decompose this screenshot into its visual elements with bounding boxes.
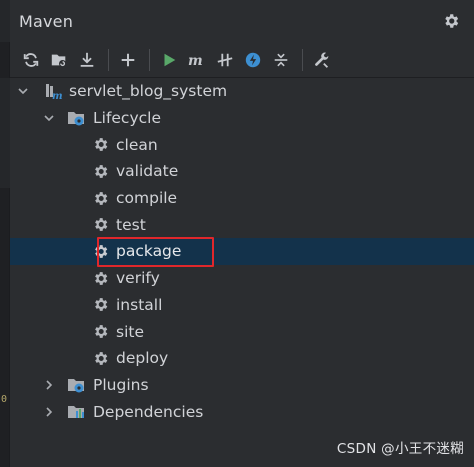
goal-validate[interactable]: validate [10,158,474,185]
goal-label: site [116,322,144,341]
execute-goal-button[interactable]: m [184,47,210,73]
goal-verify[interactable]: verify [10,265,474,292]
add-button[interactable] [115,47,141,73]
tree-node-dependencies[interactable]: Dependencies [10,398,474,425]
dependencies-icon [67,403,85,421]
tree-node-plugins[interactable]: Plugins [10,372,474,399]
collapse-all-icon [274,53,288,66]
plugins-label: Plugins [93,375,149,394]
gear-icon [91,189,109,207]
goal-label: compile [116,189,178,208]
goal-label: deploy [116,349,169,368]
gear-icon [91,216,109,234]
gutter-digit: 0 [1,394,8,405]
tree-node-project[interactable]: m servlet_blog_system [10,78,474,105]
goal-test[interactable]: test [10,211,474,238]
gear-icon [91,269,109,287]
run-button[interactable] [156,47,182,73]
maven-panel: Maven m m servlet_blog_system Lifecycle … [10,0,474,467]
goal-compile[interactable]: compile [10,185,474,212]
goal-site[interactable]: site [10,318,474,345]
gear-icon [91,296,109,314]
execute-goal-icon: m [188,52,203,68]
toolbar-separator [149,48,150,71]
skip-tests-button[interactable] [212,47,238,73]
add-icon [121,53,135,66]
editor-gutter-strip: 0 [0,0,10,467]
maven-tool-window: 0 Maven m m servlet_blog_system Lifecycl… [0,0,474,467]
maven-toolbar: m [10,42,474,78]
settings-wrench-icon [315,52,329,68]
run-icon [164,53,176,66]
panel-header: Maven [10,0,474,42]
lifecycle-label: Lifecycle [93,109,161,128]
goal-label: clean [116,135,158,154]
toolbar-separator [302,48,303,71]
download-icon [80,52,94,67]
chevron-down-icon[interactable] [16,84,30,98]
tree-node-lifecycle[interactable]: Lifecycle [10,105,474,132]
lifecycle-folder-icon [67,109,85,127]
goal-label: verify [116,269,160,288]
gear-icon [91,323,109,341]
add-maven-projects-button[interactable] [46,47,72,73]
maven-settings-button[interactable] [309,47,335,73]
panel-title: Maven [19,11,74,31]
toolbar-separator [108,48,109,71]
collapse-all-button[interactable] [268,47,294,73]
goal-clean[interactable]: clean [10,131,474,158]
dependencies-label: Dependencies [93,402,204,421]
gear-icon [91,349,109,367]
goal-package[interactable]: package [10,238,474,265]
goal-deploy[interactable]: deploy [10,345,474,372]
add-projects-icon [51,54,67,67]
goal-label: install [116,295,163,314]
plugins-folder-icon [67,376,85,394]
goal-label: test [116,215,146,234]
gutter-band [0,0,10,42]
project-name: servlet_blog_system [69,82,228,101]
chevron-right-icon[interactable] [42,378,56,392]
reload-icon [23,52,39,67]
skip-tests-icon [217,53,233,66]
goal-label: package [116,242,182,261]
gear-icon [91,162,109,180]
offline-mode-icon [245,52,261,67]
chevron-down-icon[interactable] [42,111,56,125]
gutter-band [0,78,10,188]
watermark: CSDN @小王不迷糊 [336,441,464,457]
goal-install[interactable]: install [10,292,474,319]
reload-button[interactable] [18,47,44,73]
gear-icon [91,242,109,260]
maven-project-tree: m servlet_blog_system Lifecycle clean va… [10,78,474,425]
svg-text:m: m [188,52,203,68]
maven-project-icon: m [44,82,62,100]
download-sources-button[interactable] [74,47,100,73]
svg-text:m: m [52,91,62,100]
goal-label: validate [116,162,179,181]
gear-icon[interactable] [442,12,460,30]
chevron-right-icon[interactable] [42,405,56,419]
gear-icon [91,136,109,154]
offline-mode-button[interactable] [240,47,266,73]
